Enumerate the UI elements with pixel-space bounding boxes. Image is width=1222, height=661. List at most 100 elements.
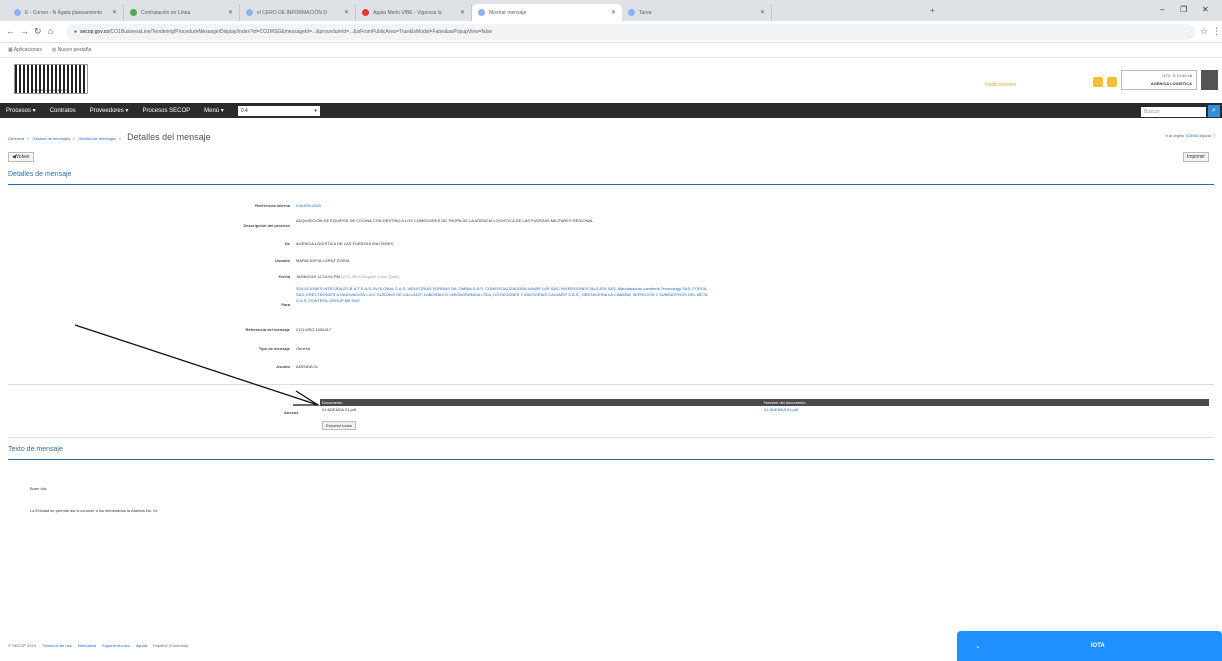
- print-button[interactable]: Imprimir: [1183, 152, 1210, 162]
- bookmarks-bar: ▦ Aplicaciones ◍ Nuevo pestaña: [0, 43, 1222, 58]
- browser-tab-bar: E - Correo - N Ágata planeamiento ✕ Cont…: [0, 0, 1222, 21]
- tab-label: Contratación en Línea: [141, 9, 191, 16]
- browser-tab-active[interactable]: Mostrar mensaje ✕: [472, 4, 622, 21]
- main-menu: Procesos Contratos Proveedores Procesos …: [0, 103, 1222, 118]
- label-to: Para: [281, 302, 290, 307]
- page-title: Detalles del mensaje: [127, 132, 211, 142]
- minimize-icon[interactable]: –: [1160, 5, 1164, 14]
- tab-label: Agata Merlo VIBE - Vigencia la: [373, 9, 442, 16]
- column-header-document-name: Nombre del documento: [764, 400, 806, 405]
- label-process-description: Descripción del proceso: [243, 223, 290, 228]
- tab-label: Mostrar mensaje: [489, 9, 527, 16]
- chevron-down-icon[interactable]: ⌄: [975, 642, 981, 650]
- chat-widget[interactable]: ⌄ IOTA: [957, 631, 1222, 661]
- footer-link[interactable]: Ayuda: [136, 643, 147, 648]
- help-link[interactable]: Ayuda: [1200, 133, 1211, 138]
- tab-label: Tarea: [639, 9, 652, 16]
- breadcrumb-item[interactable]: Gestión de mensajes: [78, 136, 116, 141]
- messages-icon[interactable]: [1107, 77, 1117, 87]
- bookmark-item[interactable]: ◍ Nuevo pestaña: [52, 47, 91, 53]
- back-arrow-icon[interactable]: ←: [6, 26, 15, 36]
- footer-link[interactable]: Términos de uso: [42, 643, 72, 648]
- menu-procesos-secop[interactable]: Procesos SECOP: [142, 108, 190, 114]
- top-right-links: Ir al objeto TOD0D Ayuda ⓘ: [1165, 133, 1216, 138]
- label-from: De: [284, 241, 290, 246]
- label-date: Fecha: [278, 274, 290, 279]
- avatar[interactable]: [1201, 70, 1218, 90]
- home-icon[interactable]: ⌂: [48, 26, 53, 36]
- footer-copyright: © SECOP 2019: [8, 643, 36, 648]
- date-value: 18/06/2019 12:14:54 PM (UTC-05:00 Bogotá…: [296, 274, 400, 279]
- footer-link[interactable]: Normativa: [78, 643, 96, 648]
- user-menu[interactable]: UTC -5 13:42:18 AGENCIA LOGISTICA: [1121, 70, 1197, 90]
- export-all-button[interactable]: Exportar todos: [322, 421, 357, 430]
- menu-contratos[interactable]: Contratos: [50, 108, 76, 114]
- tab-favicon-icon: [362, 9, 369, 16]
- new-tab-icon[interactable]: +: [930, 6, 935, 15]
- browser-tab[interactable]: Contratación en Línea ✕: [124, 4, 240, 21]
- alert-icon[interactable]: [1093, 77, 1103, 87]
- label-message-type: Tipo de mensaje: [258, 346, 290, 351]
- search-icon[interactable]: ⌕: [1208, 105, 1220, 117]
- lock-icon: ●: [74, 29, 78, 35]
- menu-proveedores[interactable]: Proveedores: [90, 107, 129, 114]
- reload-icon[interactable]: ↻: [34, 26, 42, 37]
- close-icon[interactable]: ✕: [228, 9, 233, 16]
- label-internal-reference: Referencia interna: [255, 203, 290, 208]
- help-icon[interactable]: ⓘ: [1212, 133, 1216, 138]
- browser-tab[interactable]: el CERO DE INFORMACIÓN D ✕: [240, 4, 356, 21]
- internal-reference-link[interactable]: 018-009-2019: [296, 203, 321, 209]
- document-download-link[interactable]: 01 ADENDA 01.pdf: [764, 407, 1209, 412]
- notifications-link[interactable]: Notificaciones: [985, 82, 1016, 88]
- tab-favicon-icon: [628, 9, 635, 16]
- bookmark-star-icon[interactable]: ☆: [1200, 26, 1208, 37]
- menu-menu[interactable]: Menú: [204, 107, 224, 114]
- tab-favicon-icon: [478, 9, 485, 16]
- user-entity: AGENCIA LOGISTICA: [1150, 81, 1192, 86]
- browser-tab[interactable]: Tarea ✕: [622, 4, 772, 21]
- section-divider: [8, 184, 1214, 185]
- footer-link[interactable]: Soporte técnico: [102, 643, 130, 648]
- bookmark-apps[interactable]: ▦ Aplicaciones: [8, 47, 42, 53]
- user-time: UTC -5 13:42:18: [1162, 73, 1192, 78]
- breadcrumb-item[interactable]: Gestión de mensajes: [32, 136, 70, 141]
- divider: [8, 437, 1214, 438]
- menu-procesos[interactable]: Procesos: [6, 107, 36, 114]
- breadcrumb-item[interactable]: Gerencia: [8, 136, 24, 141]
- url-path: /CO1BusinessLine/Tendering/ProcedureMess…: [109, 29, 493, 35]
- close-icon[interactable]: ✕: [760, 9, 765, 16]
- search-input[interactable]: Buscar: [1141, 107, 1206, 117]
- tab-favicon-icon: [130, 9, 137, 16]
- forward-arrow-icon[interactable]: →: [20, 26, 29, 36]
- message-type-value: General: [296, 346, 311, 351]
- close-icon[interactable]: ✕: [344, 9, 349, 16]
- recipients-list[interactable]: SOLUCIONES INTEGRALES B & T S.A.S; IB GL…: [296, 286, 716, 304]
- menu-dots-icon[interactable]: ⋮: [1212, 26, 1221, 37]
- close-icon[interactable]: ✕: [460, 9, 465, 16]
- message-reference-value: CO1.MSG.1006417: [296, 327, 332, 332]
- browser-tab[interactable]: E - Correo - N Ágata planeamiento ✕: [8, 4, 124, 21]
- language-select[interactable]: Español (Colombia): [153, 643, 188, 648]
- document-cell: 01 ADENDA 01.pdf: [322, 407, 357, 412]
- section-divider: [8, 459, 1214, 460]
- close-icon[interactable]: ✕: [112, 9, 117, 16]
- table-row: 01 ADENDA 01.pdf 01 ADENDA 01.pdf: [320, 406, 1209, 413]
- window-close-icon[interactable]: ✕: [1202, 5, 1209, 14]
- from-value: AGENCIA LOGISTICA DE LAS FUERZAS MILITAR…: [296, 241, 394, 246]
- back-button[interactable]: ◀ Volver: [8, 152, 34, 162]
- column-header-document: Documento: [322, 400, 343, 405]
- annexes-table: Documento Nombre del documento 01 ADENDA…: [320, 399, 1209, 413]
- details-section-title: Detalles de mensaje: [8, 171, 72, 178]
- address-bar: ← → ↻ ⌂ ● secop.gov.co /CO1BusinessLine/…: [0, 21, 1222, 43]
- url-host: secop.gov.co: [80, 29, 110, 35]
- object-link[interactable]: TOD0D: [1185, 133, 1198, 138]
- browser-tab[interactable]: Agata Merlo VIBE - Vigencia la ✕: [356, 4, 472, 21]
- entity-select[interactable]: 0.4 ▾: [237, 105, 320, 116]
- page-footer: © SECOP 2019 Términos de uso Normativa S…: [8, 643, 188, 648]
- message-section-title: Texto de mensaje: [8, 446, 63, 453]
- maximize-icon[interactable]: ❐: [1180, 5, 1187, 14]
- label-message-reference: Referencia del mensaje: [245, 327, 290, 332]
- message-greeting: Buen día,: [30, 486, 48, 491]
- close-icon[interactable]: ✕: [611, 9, 616, 16]
- url-field[interactable]: ● secop.gov.co /CO1BusinessLine/Tenderin…: [66, 24, 1196, 40]
